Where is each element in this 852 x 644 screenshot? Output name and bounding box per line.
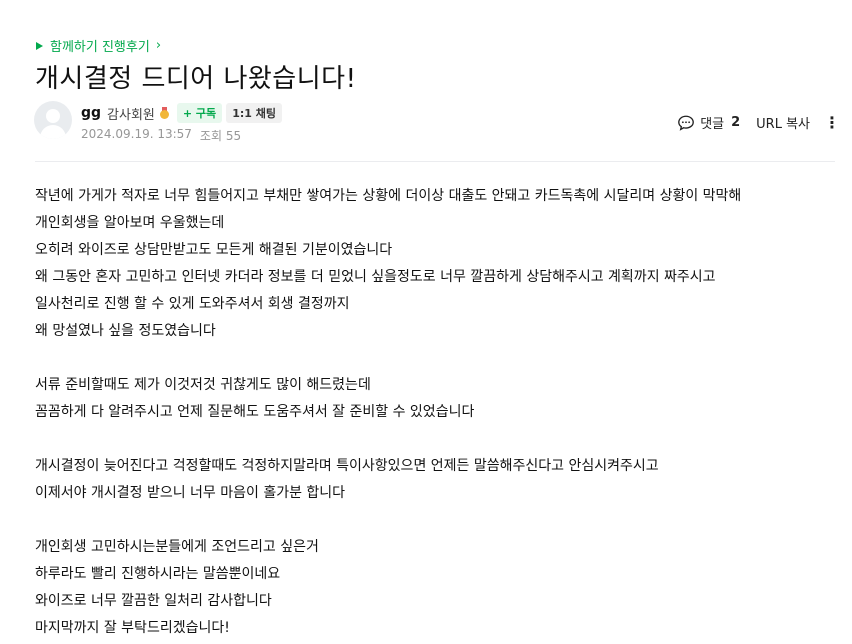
post-views: 조회 55 (199, 129, 242, 143)
more-vertical-icon[interactable]: ⋮ (824, 114, 840, 131)
subscribe-button[interactable]: + 구독 (176, 103, 223, 123)
body-line (35, 507, 835, 534)
medal-icon (159, 107, 169, 119)
board-link[interactable]: 함께하기 진행후기 › (36, 36, 161, 55)
body-line: 꼼꼼하게 다 알려주시고 언제 질문해도 도움주셔서 잘 준비할 수 있었습니다 (35, 404, 475, 420)
body-line: 개시결정이 늦어진다고 걱정할때도 걱정하지말라며 특이사항있으면 언제든 말씀… (35, 458, 659, 474)
body-line: 작년에 가게가 적자로 너무 힘들어지고 부채만 쌓여가는 상황에 더이상 대출… (35, 188, 742, 204)
body-line: 하루라도 빨리 진행하시라는 말씀뿐이네요 (35, 566, 281, 582)
post-date: 2024.09.19. 13:57 (81, 127, 192, 141)
body-line: 개인회생을 알아보며 우울했는데 (35, 215, 225, 231)
header-divider (35, 161, 835, 162)
post-title: 개시결정 드디어 나왔습니다! (35, 64, 357, 94)
body-line: 왜 망설였나 싶을 정도였습니다 (35, 323, 216, 339)
url-copy-button[interactable]: URL 복사 (756, 113, 810, 132)
board-name: 함께하기 진행후기 (50, 40, 150, 55)
comment-count: 2 (731, 115, 741, 130)
chat-button[interactable]: 1:1 채팅 (226, 103, 282, 123)
body-line (35, 345, 835, 372)
post-tools: 댓글 2 URL 복사 ⋮ (677, 113, 840, 132)
comment-label: 댓글 (700, 117, 725, 132)
body-line: 와이즈로 너무 깔끔한 일처리 감사합니다 (35, 593, 272, 609)
body-line: 마지막까지 잘 부탁드리겠습니다! (35, 620, 230, 636)
author-info: gg 감사회원 + 구독 1:1 채팅 (81, 103, 282, 123)
comment-bubble-icon (678, 115, 695, 131)
comment-button[interactable]: 댓글 2 (677, 113, 740, 132)
author-nickname[interactable]: gg (81, 105, 101, 121)
body-line: 이제서야 개시결정 받으니 너무 마음이 홀가분 합니다 (35, 485, 346, 501)
body-line: 서류 준비할때도 제가 이것저것 귀찮게도 많이 해드렸는데 (35, 377, 371, 393)
body-line: 일사천리로 진행 할 수 있게 도와주셔서 회생 결정까지 (35, 296, 350, 312)
chevron-right-icon: › (155, 38, 162, 53)
post-body: 작년에 가게가 적자로 너무 힘들어지고 부채만 쌓여가는 상황에 더이상 대출… (35, 183, 835, 642)
default-avatar-icon[interactable] (34, 101, 72, 139)
body-line (35, 426, 835, 453)
body-line: 오히려 와이즈로 상담만받고도 모든게 해결된 기분이였습니다 (35, 242, 393, 258)
body-line: 개인회생 고민하시는분들에게 조언드리고 싶은거 (35, 539, 319, 555)
post-meta: 2024.09.19. 13:57 조회 55 (81, 127, 241, 144)
body-line: 왜 그동안 혼자 고민하고 인터넷 카더라 정보를 더 믿었니 싶을정도로 너무… (35, 269, 716, 285)
author-grade: 감사회원 (107, 107, 155, 123)
flag-icon (36, 41, 43, 50)
